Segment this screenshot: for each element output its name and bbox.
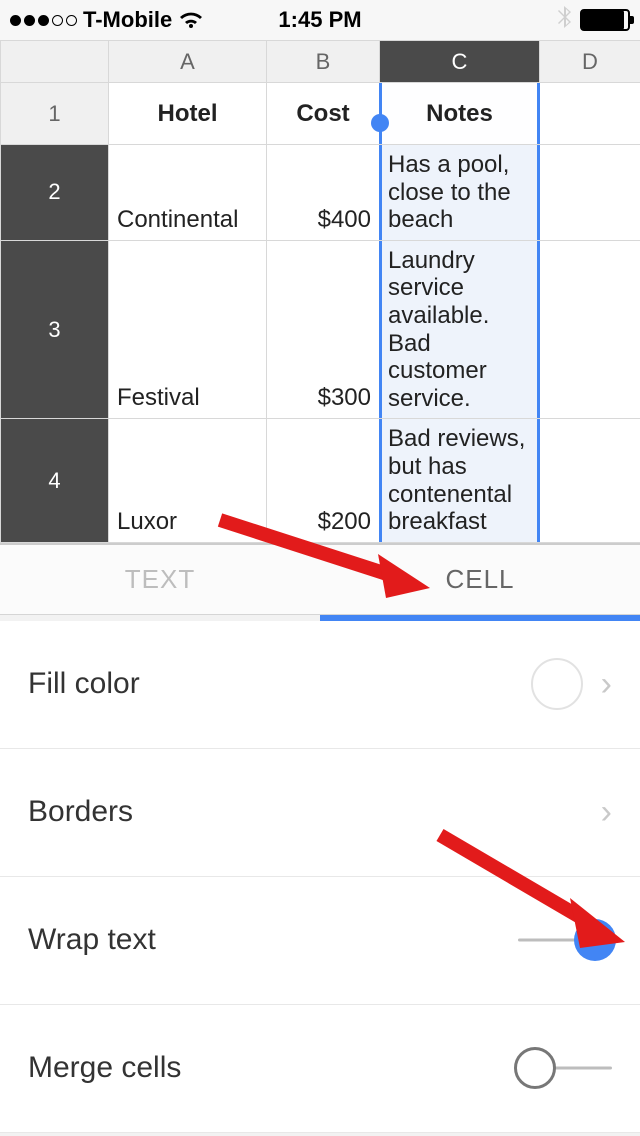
row-3: 3 Festival $300 Laundry service availabl…	[1, 240, 640, 419]
row-4: 4 Luxor $200 Bad reviews, but has conten…	[1, 419, 640, 542]
cell-B1[interactable]: Cost	[267, 83, 380, 145]
wrap-text-label: Wrap text	[28, 923, 518, 957]
cell-A2[interactable]: Continental	[109, 145, 267, 241]
tab-cell[interactable]: CELL	[320, 545, 640, 614]
cell-format-options: Fill color › Borders › Wrap text Merge c…	[0, 621, 640, 1133]
column-header-row: A B C D	[1, 41, 640, 83]
cell-B2[interactable]: $400	[267, 145, 380, 241]
column-header-D[interactable]: D	[540, 41, 640, 83]
cell-C3[interactable]: Laundry service available. Bad customer …	[380, 240, 540, 419]
option-wrap-text[interactable]: Wrap text	[0, 877, 640, 1005]
cell-B3[interactable]: $300	[267, 240, 380, 419]
row-header-4[interactable]: 4	[1, 419, 109, 542]
row-2: 2 Continental $400 Has a pool, close to …	[1, 145, 640, 241]
cell-A1[interactable]: Hotel	[109, 83, 267, 145]
cell-D1[interactable]	[540, 83, 640, 145]
format-tabs: TEXT CELL	[0, 543, 640, 615]
status-bar: T-Mobile 1:45 PM	[0, 0, 640, 40]
row-header-2[interactable]: 2	[1, 145, 109, 241]
cell-A4[interactable]: Luxor	[109, 419, 267, 542]
bluetooth-icon	[558, 5, 572, 35]
borders-label: Borders	[28, 795, 583, 829]
battery-icon	[580, 9, 630, 31]
select-all-corner[interactable]	[1, 41, 109, 83]
carrier-label: T-Mobile	[83, 7, 172, 33]
column-header-A[interactable]: A	[109, 41, 267, 83]
cell-A3[interactable]: Festival	[109, 240, 267, 419]
chevron-right-icon: ›	[601, 793, 612, 832]
cell-D2[interactable]	[540, 145, 640, 241]
cell-B4[interactable]: $200	[267, 419, 380, 542]
cell-C4[interactable]: Bad reviews, but has contenental breakfa…	[380, 419, 540, 542]
fill-color-swatch-icon	[531, 658, 583, 710]
status-time: 1:45 PM	[278, 7, 361, 33]
tab-text[interactable]: TEXT	[0, 545, 320, 614]
cell-C1[interactable]: Notes	[380, 83, 540, 145]
option-fill-color[interactable]: Fill color ›	[0, 621, 640, 749]
fill-color-label: Fill color	[28, 667, 531, 701]
signal-dots-icon	[10, 15, 77, 26]
merge-cells-label: Merge cells	[28, 1051, 518, 1085]
chevron-right-icon: ›	[601, 665, 612, 704]
wrap-text-toggle[interactable]	[518, 925, 612, 955]
option-merge-cells[interactable]: Merge cells	[0, 1005, 640, 1133]
row-1: 1 Hotel Cost Notes	[1, 83, 640, 145]
column-header-B[interactable]: B	[267, 41, 380, 83]
cell-D4[interactable]	[540, 419, 640, 542]
selection-handle-icon[interactable]	[371, 114, 389, 132]
option-borders[interactable]: Borders ›	[0, 749, 640, 877]
merge-cells-toggle[interactable]	[518, 1053, 612, 1083]
cell-D3[interactable]	[540, 240, 640, 419]
row-header-1[interactable]: 1	[1, 83, 109, 145]
wifi-icon	[178, 10, 204, 30]
spreadsheet[interactable]: A B C D 1 Hotel Cost Notes 2 Continental…	[0, 40, 640, 543]
status-right	[558, 5, 630, 35]
status-left: T-Mobile	[10, 7, 204, 33]
column-header-C[interactable]: C	[380, 41, 540, 83]
row-header-3[interactable]: 3	[1, 240, 109, 419]
cell-C2[interactable]: Has a pool, close to the beach	[380, 145, 540, 241]
